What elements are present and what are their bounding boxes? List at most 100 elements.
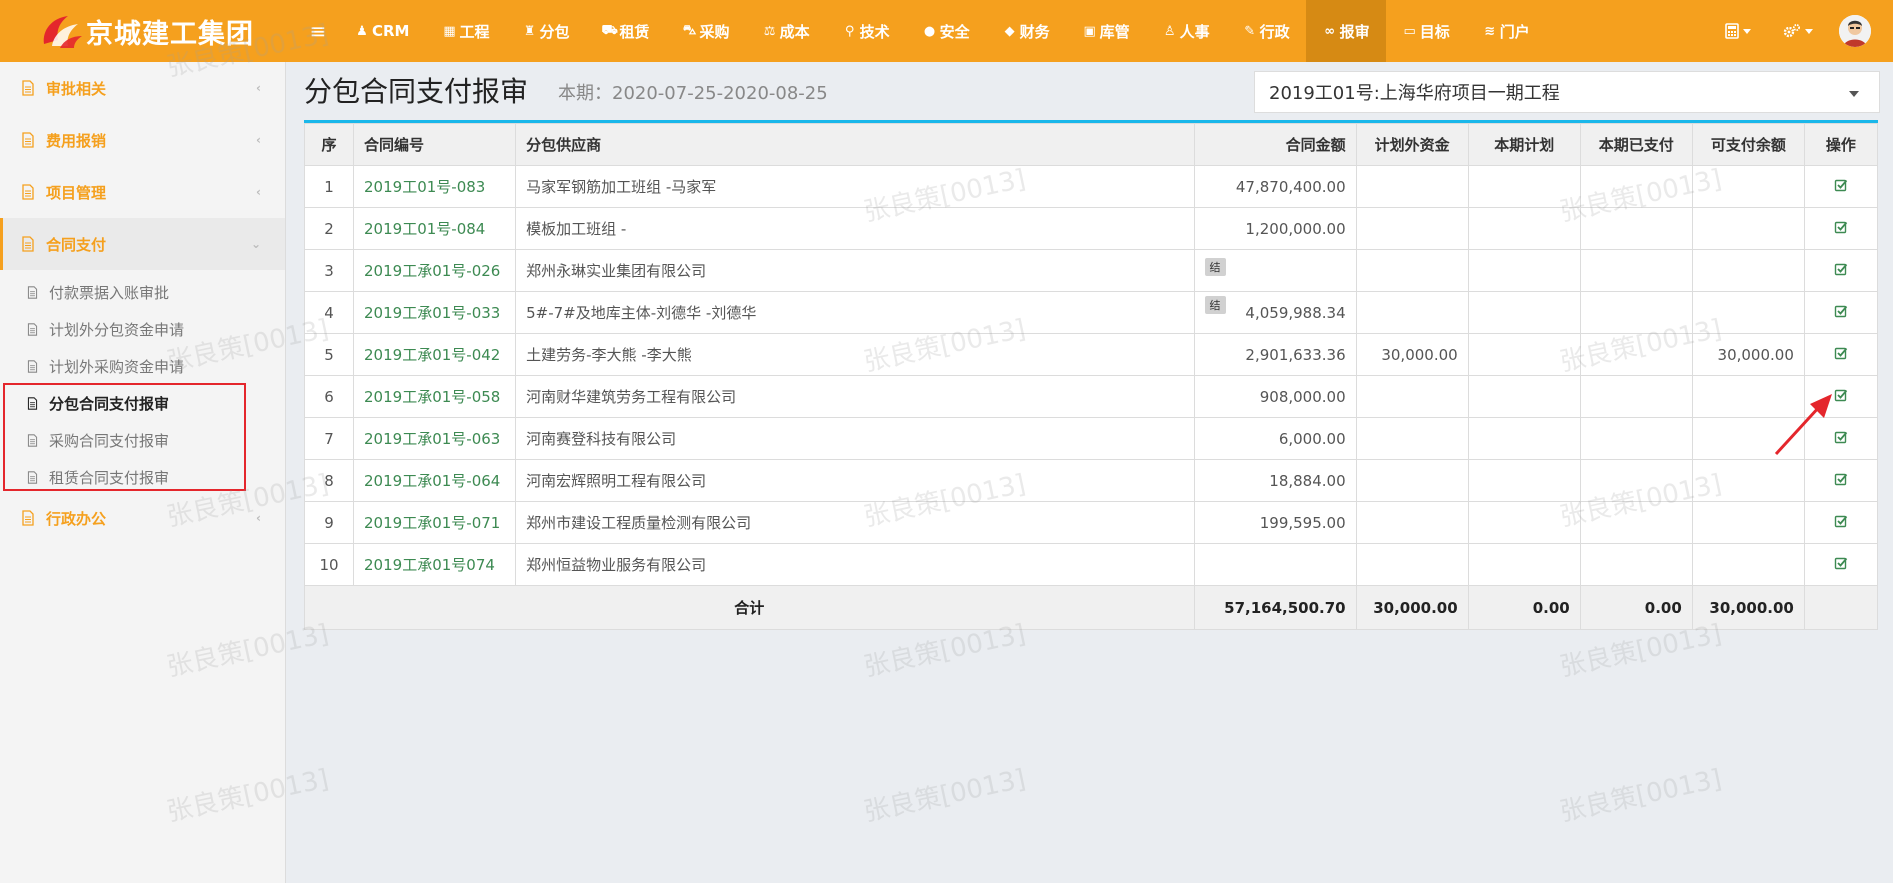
sidebar-group-label: 行政办公 (46, 509, 107, 528)
cell-contract-no[interactable]: 2019工承01号-064 (353, 459, 517, 502)
cell-operation (1803, 333, 1879, 376)
project-select[interactable]: 2019工01号:上海华府项目一期工程 (1254, 71, 1880, 113)
nav-item-7[interactable]: ● 安全 (906, 0, 986, 62)
top-navbar: 京城建工集团 ≡ ♟ CRM ▦ 工程 ♜ 分包 ⛟ 租赁 ⛍ 采购 ⚖ 成本 ⚲ 技术 ● 安全 ◆ 财务 ▣ 库管… (0, 0, 1893, 62)
nav-item-13[interactable]: ▭ 目标 (1386, 0, 1466, 62)
nav-item-5[interactable]: ⚖ 成本 (746, 0, 826, 62)
nav-item-8[interactable]: ◆ 财务 (986, 0, 1066, 62)
cell-paid (1579, 459, 1693, 502)
sidebar-sub-item-2[interactable]: 计划外采购资金申请 (0, 348, 285, 385)
shield-icon: ● (923, 23, 936, 39)
cell-contract-no[interactable]: 2019工承01号-042 (353, 333, 517, 376)
nav-item-label: 分包 (539, 22, 570, 41)
cell-plan (1467, 333, 1581, 376)
sidebar-group-2[interactable]: 项目管理 ‹ (0, 166, 285, 218)
table-row: 8 2019工承01号-064 河南宏辉照明工程有限公司 18,884.00 (303, 459, 1879, 502)
col-header-contract-no: 合同编号 (353, 123, 517, 166)
cell-contract-no[interactable]: 2019工承01号074 (353, 543, 517, 586)
cell-plan (1467, 501, 1581, 544)
contract-link[interactable]: 2019工01号-083 (364, 178, 485, 196)
nav-item-1[interactable]: ▦ 工程 (426, 0, 506, 62)
sidebar-group-contract-payment[interactable]: 合同支付 ⌄ (0, 218, 285, 270)
contract-link[interactable]: 2019工承01号-064 (364, 472, 500, 490)
settled-badge: 结 (1204, 257, 1226, 276)
edit-check-icon[interactable] (1834, 514, 1848, 528)
file-icon (22, 80, 34, 96)
nav-item-0[interactable]: ♟ CRM (338, 0, 426, 62)
diamond-icon: ◆ (1004, 23, 1015, 39)
contract-link[interactable]: 2019工承01号-071 (364, 514, 500, 532)
cell-contract-no[interactable]: 2019工承01号-063 (353, 417, 517, 460)
cell-paid (1579, 375, 1693, 418)
nav-item-3[interactable]: ⛟ 租赁 (586, 0, 666, 62)
cell-balance (1691, 291, 1805, 334)
nav-item-label: 财务 (1019, 22, 1050, 41)
contract-link[interactable]: 2019工承01号-033 (364, 304, 500, 322)
nav-item-14[interactable]: ≋ 门户 (1466, 0, 1546, 62)
menu-toggle-icon[interactable]: ≡ (298, 0, 338, 62)
table-header-row: 序 合同编号 分包供应商 合同金额 计划外资金 本期计划 本期已支付 可支付余额… (303, 123, 1879, 166)
nav-item-6[interactable]: ⚲ 技术 (826, 0, 906, 62)
file-icon (22, 236, 34, 252)
chevron-down-icon (1849, 91, 1859, 97)
project-select-value: 2019工01号:上海华府项目一期工程 (1269, 83, 1560, 104)
avatar-icon[interactable] (1839, 15, 1871, 47)
cell-supplier: 土建劳务-李大熊 -李大熊 (515, 333, 1195, 376)
sidebar-sub-item-0[interactable]: 付款票据入账审批 (0, 274, 285, 311)
nav-item-9[interactable]: ▣ 库管 (1066, 0, 1146, 62)
cell-amount: 18,884.00 (1193, 459, 1357, 502)
chevron-left-icon: ‹ (256, 511, 261, 525)
col-header-paid: 本期已支付 (1579, 123, 1693, 166)
cell-contract-no[interactable]: 2019工承01号-058 (353, 375, 517, 418)
table-total-row: 合计 57,164,500.70 30,000.00 0.00 0.00 30,… (304, 585, 1879, 630)
period-label: 本期：2020-07-25-2020-08-25 (558, 83, 828, 104)
annotation-arrow-icon (1774, 394, 1832, 456)
table-row: 3 2019工承01号-026 郑州永琳实业集团有限公司结 (303, 249, 1879, 292)
cell-amount: 结 (1193, 249, 1357, 292)
cell-seq: 4 (303, 291, 355, 334)
cell-contract-no[interactable]: 2019工承01号-033 (353, 291, 517, 334)
cell-contract-no[interactable]: 2019工01号-083 (353, 165, 517, 208)
edit-check-icon[interactable] (1834, 178, 1848, 192)
contract-link[interactable]: 2019工承01号074 (364, 556, 495, 574)
nav-item-10[interactable]: ♙ 人事 (1146, 0, 1226, 62)
nav-item-11[interactable]: ✎ 行政 (1226, 0, 1306, 62)
nav-item-12[interactable]: ∞ 报审 (1305, 0, 1386, 62)
cell-supplier: 郑州永琳实业集团有限公司 (515, 249, 1195, 292)
col-header-outplan: 计划外资金 (1355, 123, 1469, 166)
contract-link[interactable]: 2019工承01号-026 (364, 262, 500, 280)
rss-icon: ≋ (1484, 23, 1496, 39)
sidebar-sub-item-1[interactable]: 计划外分包资金申请 (0, 311, 285, 348)
brand[interactable]: 京城建工集团 (0, 0, 286, 62)
cell-balance: 30,000.00 (1691, 333, 1805, 376)
contract-link[interactable]: 2019工承01号-063 (364, 430, 500, 448)
edit-check-icon[interactable] (1834, 220, 1848, 234)
cell-contract-no[interactable]: 2019工承01号-071 (353, 501, 517, 544)
nav-item-label: 工程 (459, 22, 490, 41)
edit-check-icon[interactable] (1834, 262, 1848, 276)
cell-outplan (1355, 543, 1469, 586)
nav-item-4[interactable]: ⛍ 采购 (666, 0, 746, 62)
cell-contract-no[interactable]: 2019工承01号-026 (353, 249, 517, 292)
edit-check-icon[interactable] (1834, 556, 1848, 570)
settings-dropdown[interactable] (1767, 23, 1829, 39)
edit-check-icon[interactable] (1834, 472, 1848, 486)
sidebar-group-0[interactable]: 审批相关 ‹ (0, 62, 285, 114)
cell-supplier: 河南宏辉照明工程有限公司 (515, 459, 1195, 502)
contract-link[interactable]: 2019工01号-084 (364, 220, 485, 238)
cell-operation (1803, 501, 1879, 544)
cell-contract-no[interactable]: 2019工01号-084 (353, 207, 517, 250)
chevron-down-icon (1805, 28, 1813, 34)
nav-item-label: 技术 (859, 22, 890, 41)
sidebar-group-admin[interactable]: 行政办公 ‹ (0, 496, 285, 540)
edit-check-icon[interactable] (1834, 346, 1848, 360)
wrench-icon: ⚲ (844, 23, 855, 39)
contract-link[interactable]: 2019工承01号-042 (364, 346, 500, 364)
sidebar-group-1[interactable]: 费用报销 ‹ (0, 114, 285, 166)
contract-link[interactable]: 2019工承01号-058 (364, 388, 500, 406)
nav-item-label: 安全 (939, 22, 970, 41)
nav-item-2[interactable]: ♜ 分包 (506, 0, 586, 62)
calculator-dropdown[interactable] (1709, 23, 1767, 39)
total-paid: 0.00 (1579, 585, 1693, 630)
edit-check-icon[interactable] (1834, 304, 1848, 318)
